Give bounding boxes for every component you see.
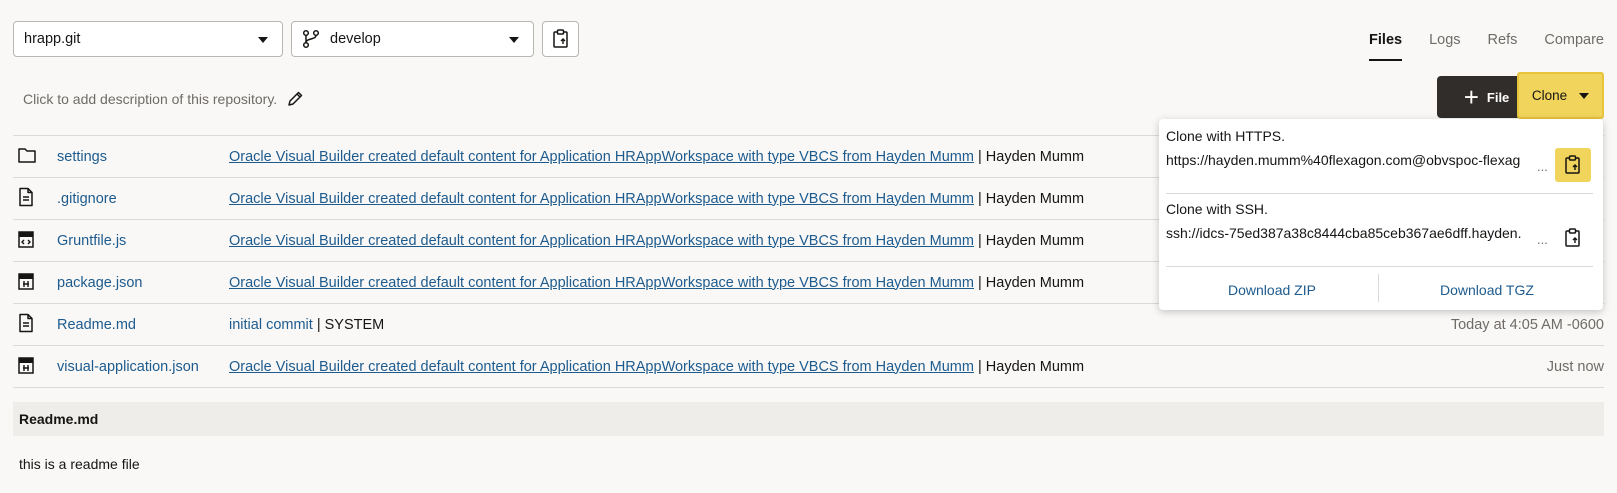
file-icon-cell xyxy=(13,345,57,388)
separator: | xyxy=(973,232,986,249)
document-icon xyxy=(17,313,35,337)
commit-author: Hayden Mumm xyxy=(985,232,1085,249)
add-file-label: File xyxy=(1486,89,1510,105)
json-file-icon xyxy=(17,272,35,295)
commit-time: Just now xyxy=(1395,345,1604,388)
tab-logs[interactable]: Logs xyxy=(1429,32,1460,48)
file-name-link[interactable]: settings xyxy=(57,149,107,165)
file-row[interactable]: visual-application.json Oracle Visual Bui… xyxy=(13,345,1604,388)
pencil-icon[interactable] xyxy=(286,90,304,108)
description-placeholder: Click to add description of this reposit… xyxy=(23,91,278,107)
file-name-link[interactable]: Gruntfile.js xyxy=(57,233,126,249)
commit-author: SYSTEM xyxy=(324,316,385,333)
clone-label: Clone xyxy=(1531,88,1568,103)
tab-refs[interactable]: Refs xyxy=(1488,32,1518,48)
clipboard-icon xyxy=(1565,228,1580,247)
repository-select-value: hrapp.git xyxy=(24,31,81,47)
commit-message-link[interactable]: Oracle Visual Builder created default co… xyxy=(229,233,974,249)
repository-select[interactable]: hrapp.git xyxy=(13,21,283,57)
divider xyxy=(1166,193,1593,194)
separator: | xyxy=(973,148,986,165)
file-name-link[interactable]: .gitignore xyxy=(57,191,117,207)
download-tgz-link[interactable]: Download TGZ xyxy=(1440,282,1534,298)
download-zip-link[interactable]: Download ZIP xyxy=(1228,282,1316,298)
https-url-ellipsis: ... xyxy=(1537,159,1548,174)
file-icon-cell xyxy=(13,261,57,304)
tab-compare[interactable]: Compare xyxy=(1544,32,1604,48)
readme-content: this is a readme file xyxy=(19,456,140,472)
commit-author: Hayden Mumm xyxy=(985,358,1085,375)
https-url[interactable]: https://hayden.mumm%40flexagon.com@obvsp… xyxy=(1166,152,1534,168)
branch-select[interactable]: develop xyxy=(291,21,534,57)
https-label: Clone with HTTPS. xyxy=(1166,128,1286,144)
separator: | xyxy=(973,274,986,291)
file-icon-cell xyxy=(13,135,57,178)
separator: | xyxy=(973,358,986,375)
commit-author: Hayden Mumm xyxy=(985,190,1085,207)
commit-message-link[interactable]: initial commit xyxy=(229,317,313,333)
commit-message-link[interactable]: Oracle Visual Builder created default co… xyxy=(229,359,974,375)
commit-author: Hayden Mumm xyxy=(985,274,1085,291)
readme-header: Readme.md xyxy=(13,402,1604,436)
ssh-url[interactable]: ssh://idcs-75ed387a38c8444cba85ceb367ae6… xyxy=(1166,225,1534,241)
branch-icon xyxy=(302,29,320,49)
copy-ssh-button[interactable] xyxy=(1555,221,1591,255)
ssh-url-ellipsis: ... xyxy=(1537,232,1548,247)
divider xyxy=(1378,274,1379,302)
copy-https-button[interactable] xyxy=(1555,148,1591,182)
clone-popup: Clone with HTTPS. https://hayden.mumm%40… xyxy=(1159,119,1603,310)
json-file-icon xyxy=(17,356,35,379)
commit-author: Hayden Mumm xyxy=(985,148,1085,165)
document-icon xyxy=(17,187,35,211)
ssh-label: Clone with SSH. xyxy=(1166,201,1268,217)
branch-select-value: develop xyxy=(330,31,381,47)
chevron-down-icon xyxy=(258,37,268,43)
repository-description[interactable]: Click to add description of this reposit… xyxy=(23,90,304,108)
file-icon-cell xyxy=(13,303,57,346)
file-icon-cell xyxy=(13,219,57,262)
js-file-icon xyxy=(17,230,35,253)
commit-message-link[interactable]: Oracle Visual Builder created default co… xyxy=(229,149,974,165)
file-icon-cell xyxy=(13,177,57,220)
clipboard-icon xyxy=(552,29,568,48)
clone-button[interactable]: Clone xyxy=(1517,72,1604,119)
view-tabs: Files Logs Refs Compare xyxy=(1369,32,1604,61)
chevron-down-icon xyxy=(509,37,519,43)
commit-message-link[interactable]: Oracle Visual Builder created default co… xyxy=(229,191,974,207)
file-name-link[interactable]: visual-application.json xyxy=(57,359,199,375)
separator: | xyxy=(973,190,986,207)
chevron-down-icon xyxy=(1579,92,1590,99)
tab-files[interactable]: Files xyxy=(1369,32,1403,61)
divider xyxy=(1166,266,1593,267)
file-name-link[interactable]: Readme.md xyxy=(57,317,136,333)
file-name-link[interactable]: package.json xyxy=(57,275,142,291)
clipboard-icon xyxy=(1565,155,1580,174)
plus-icon: + xyxy=(1463,82,1479,112)
commit-message-link[interactable]: Oracle Visual Builder created default co… xyxy=(229,275,974,291)
copy-branch-button[interactable] xyxy=(542,21,579,57)
separator: | xyxy=(312,316,325,333)
folder-icon xyxy=(17,147,37,168)
